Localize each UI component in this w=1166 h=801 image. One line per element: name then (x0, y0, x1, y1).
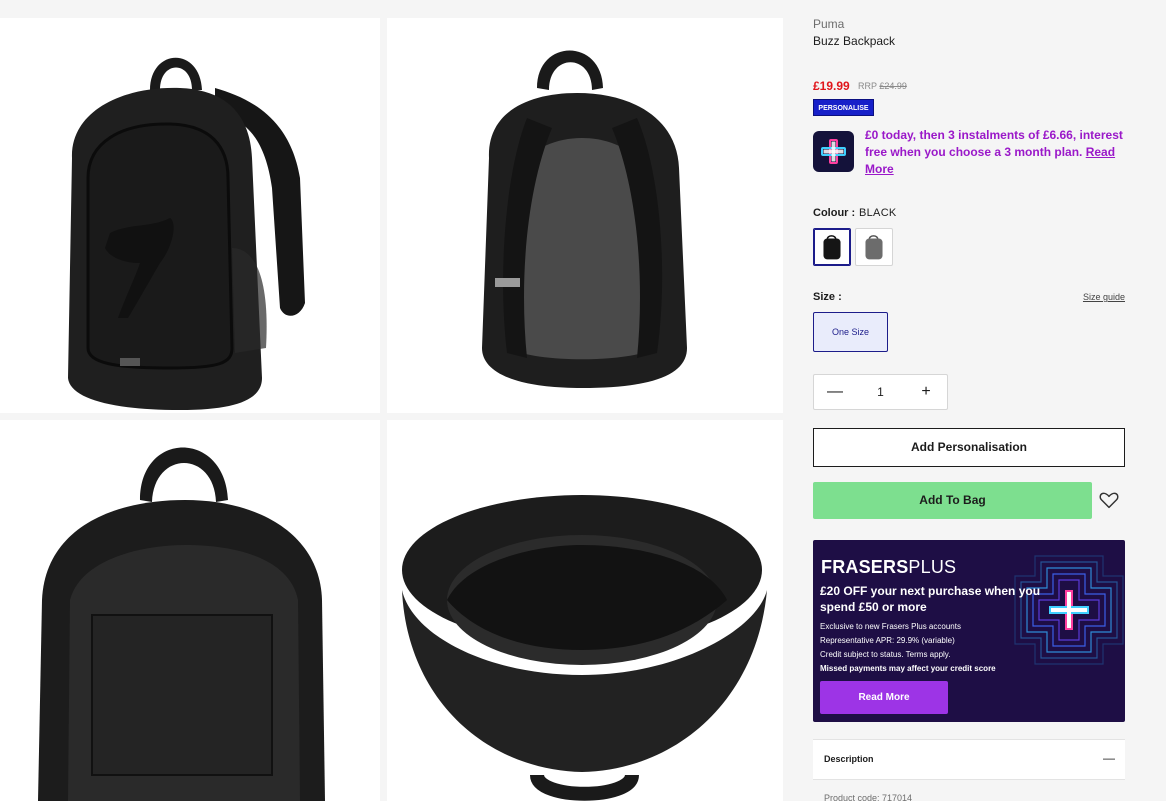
add-to-bag-button[interactable]: Add To Bag (813, 482, 1092, 519)
product-details: Puma Buzz Backpack £19.99 RRP £24.99 PER… (813, 0, 1125, 801)
rrp-value: £24.99 (879, 81, 907, 91)
product-image-front[interactable] (0, 18, 380, 413)
quantity-value[interactable]: 1 (860, 375, 901, 409)
product-name: Buzz Backpack (813, 34, 896, 48)
backpack-top-illustration (402, 495, 767, 801)
frasers-plus-banner[interactable]: FRASERSPLUS £20 OFF your next purchase w… (813, 540, 1125, 722)
colour-label: Colour : (813, 207, 856, 219)
frasers-plus-logo-bold: FRASERS (821, 557, 909, 577)
backpack-back-illustration (482, 50, 687, 388)
frasers-plus-headline: £20 OFF your next purchase when you spen… (820, 584, 1041, 614)
backpack-front-illustration (68, 57, 305, 411)
add-personalisation-button[interactable]: Add Personalisation (813, 428, 1125, 467)
frasers-plus-logo: FRASERSPLUS (821, 557, 956, 578)
description-title: Description (824, 754, 874, 764)
frasers-plus-terms-2: Representative APR: 29.9% (variable) (820, 636, 955, 645)
personalise-badge: PERSONALISE (813, 99, 874, 116)
colour-value: BLACK (859, 207, 897, 219)
product-image-top-open[interactable] (387, 420, 783, 801)
quantity-decrease-button[interactable]: — (814, 375, 856, 409)
frasers-plus-terms-3: Credit subject to status. Terms apply. (820, 650, 951, 659)
backpack-inside-illustration (38, 447, 325, 801)
description-accordion[interactable]: Description — (813, 739, 1125, 780)
size-option-one-size[interactable]: One Size (813, 312, 888, 352)
frasers-plus-icon (813, 131, 854, 172)
rrp-label: RRP (858, 81, 877, 91)
frasers-plus-terms-4: Missed payments may affect your credit s… (820, 664, 996, 673)
quantity-increase-button[interactable]: + (905, 375, 947, 409)
size-guide-link[interactable]: Size guide (1083, 292, 1125, 302)
colour-swatch-black[interactable] (813, 228, 851, 266)
product-price: £19.99 (813, 79, 850, 93)
frasers-plus-terms-1: Exclusive to new Frasers Plus accounts (820, 622, 961, 631)
quantity-stepper: — 1 + (813, 374, 948, 410)
size-label: Size : (813, 291, 842, 303)
rrp-price: RRP £24.99 (858, 81, 907, 91)
product-gallery (0, 0, 784, 801)
wishlist-heart-icon[interactable] (1098, 489, 1120, 511)
product-image-inside[interactable] (0, 420, 380, 801)
frasers-plus-read-more-button[interactable]: Read More (820, 681, 948, 714)
product-brand[interactable]: Puma (813, 17, 844, 31)
product-image-back[interactable] (387, 18, 783, 413)
instalment-promo-text: £0 today, then 3 instalments of £6.66, i… (865, 128, 1123, 159)
instalment-promo: £0 today, then 3 instalments of £6.66, i… (865, 127, 1127, 178)
collapse-icon[interactable]: — (1103, 751, 1115, 765)
product-code: Product code: 717014 (824, 793, 913, 801)
colour-swatch-grey[interactable] (855, 228, 893, 266)
frasers-plus-logo-light: PLUS (908, 557, 957, 577)
